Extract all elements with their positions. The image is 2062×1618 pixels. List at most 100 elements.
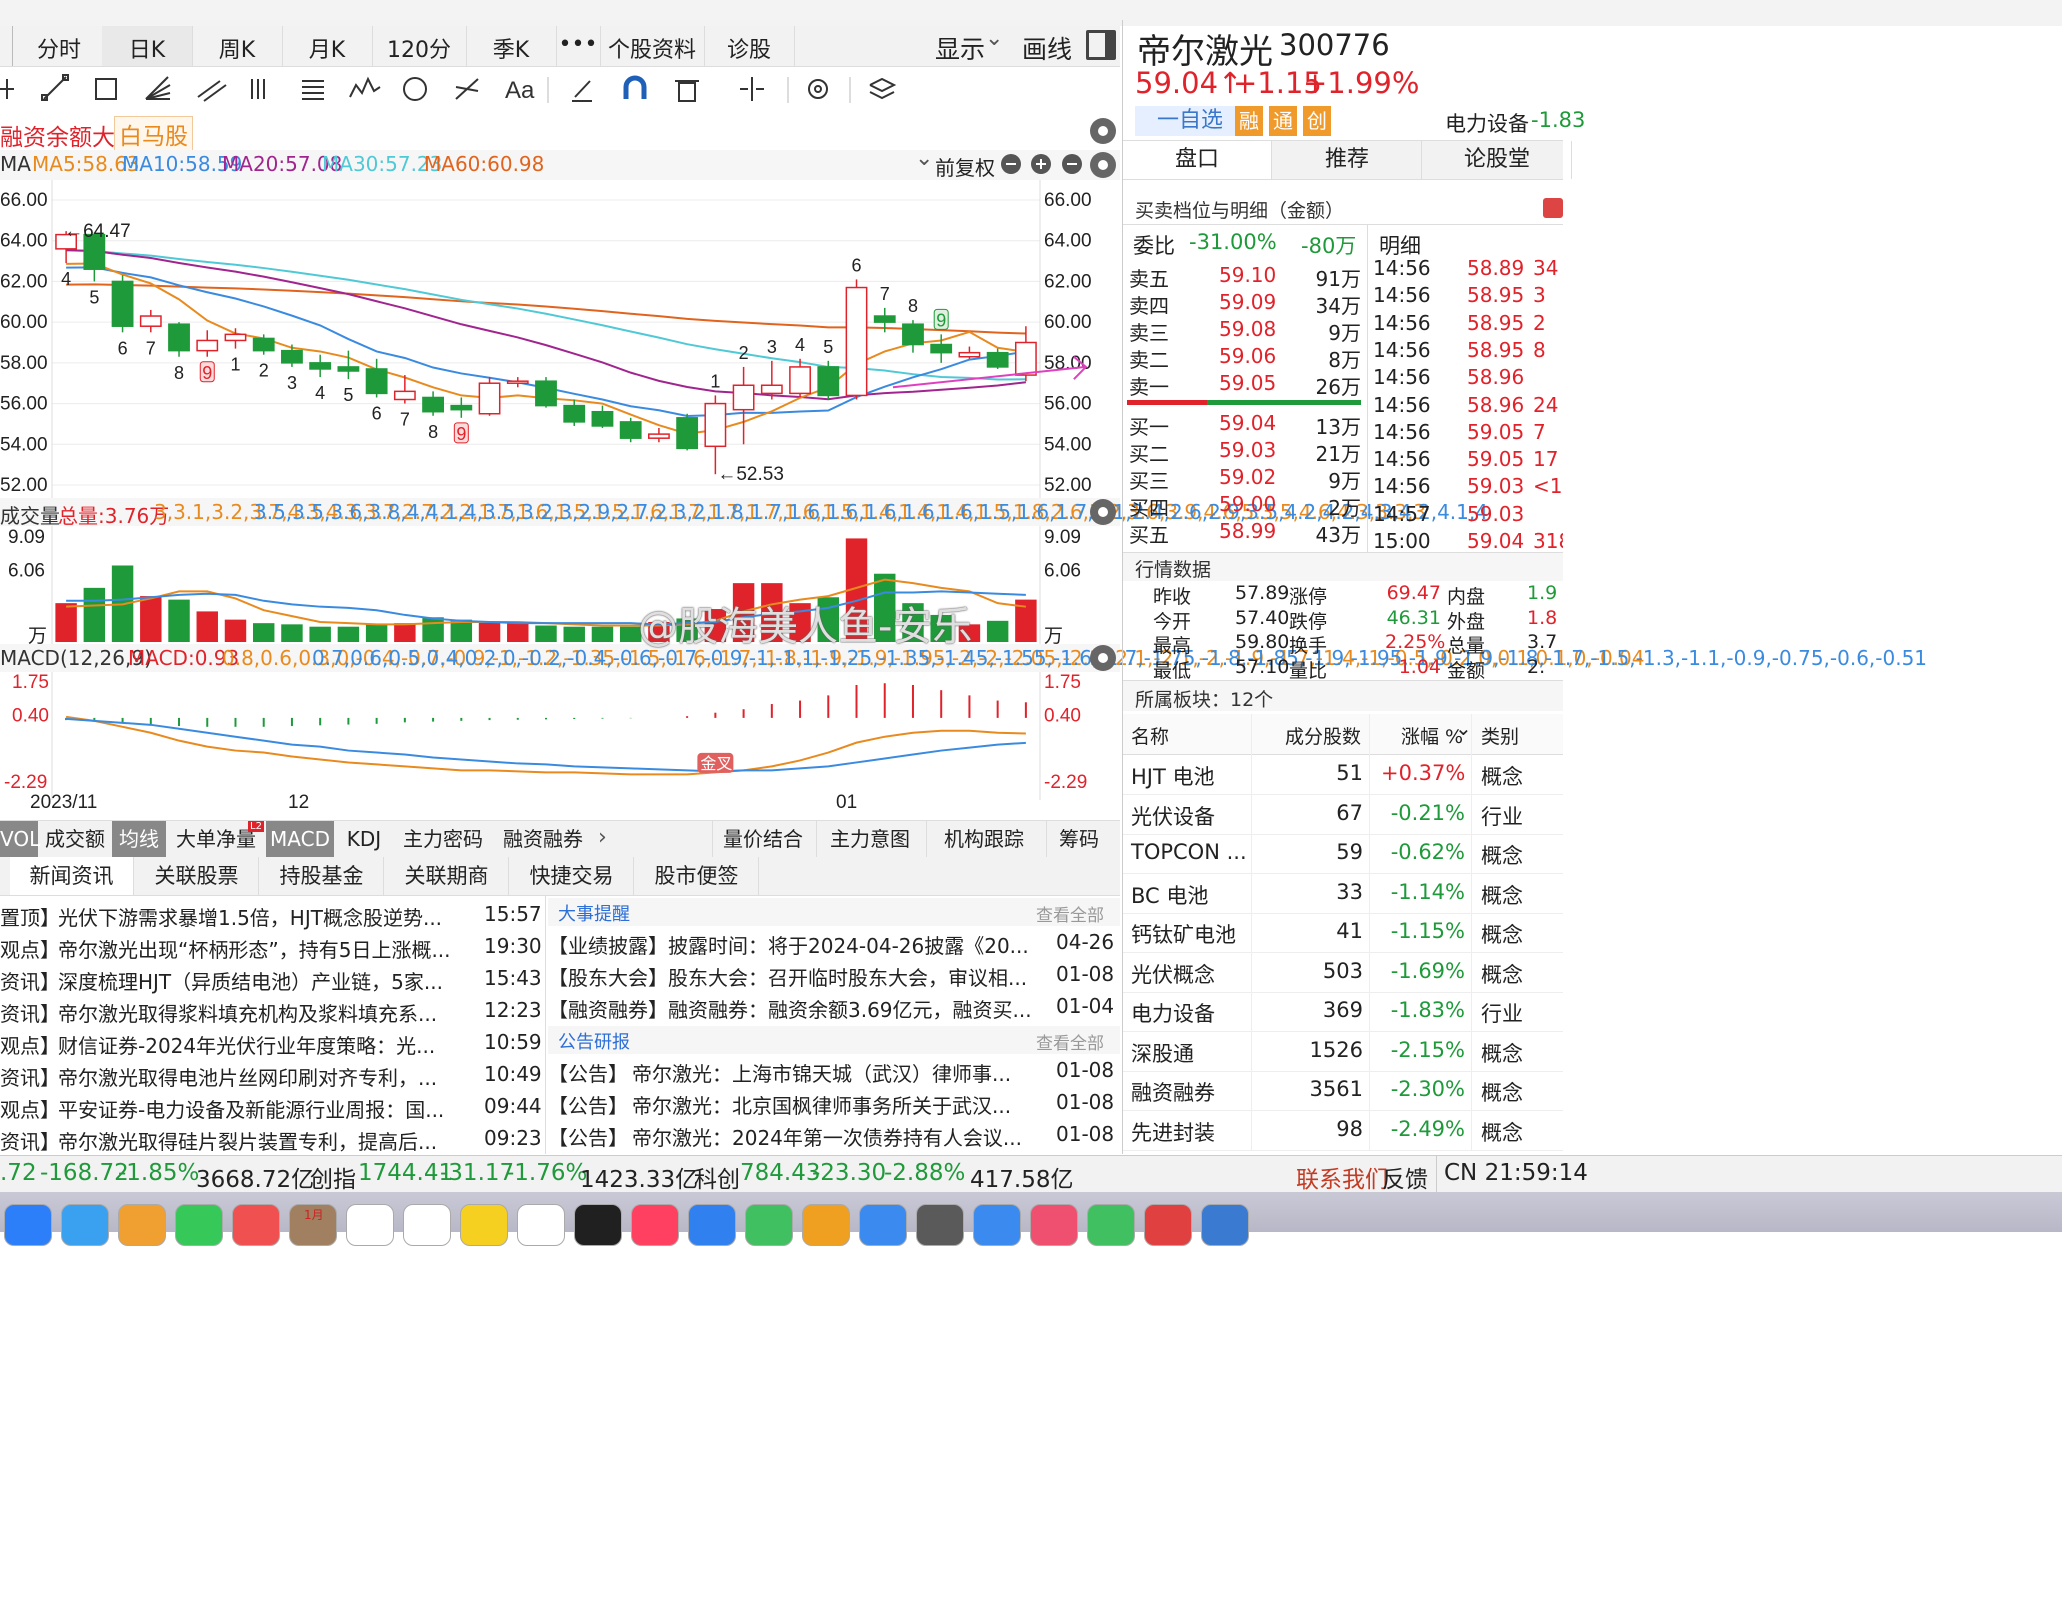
sector-row[interactable]: TOPCON ... 59 -0.62% 概念 bbox=[1123, 834, 1563, 874]
minus2-icon[interactable] bbox=[1062, 154, 1082, 174]
dock-app-icon[interactable] bbox=[517, 1204, 565, 1246]
sector-row[interactable]: 电力设备 369 -1.83% 行业 bbox=[1123, 992, 1563, 1032]
minus-icon[interactable] bbox=[1001, 154, 1021, 174]
sell-level[interactable]: 卖二 59.06 8万 bbox=[1123, 343, 1367, 372]
sector-row[interactable]: 深股通 1526 -2.15% 概念 bbox=[1123, 1032, 1563, 1072]
indicator-right-tab-3[interactable]: 筹码 bbox=[1046, 821, 1111, 857]
reports-item[interactable]: 【公告】 帝尔激光：2024年第一次债券持有人会议... 01-08 bbox=[548, 1120, 1120, 1152]
tag-blue-chip[interactable]: 白马股 bbox=[114, 116, 193, 152]
line-tool-icon[interactable] bbox=[41, 74, 69, 101]
tag-settings-gear-icon[interactable] bbox=[1090, 118, 1116, 144]
badge-gem[interactable]: 创 bbox=[1303, 106, 1331, 136]
events-more-link[interactable]: 查看全部 bbox=[1036, 901, 1104, 926]
sector-row[interactable]: 融资融券 3561 -2.30% 概念 bbox=[1123, 1071, 1563, 1111]
feedback-link[interactable]: 反馈 bbox=[1382, 1160, 1428, 1194]
split-icon[interactable] bbox=[740, 77, 764, 101]
buy-level[interactable]: 买四 59.00 2万 bbox=[1123, 491, 1367, 520]
col-count[interactable]: 成分股数 bbox=[1285, 722, 1361, 749]
news-item[interactable]: 资讯】 深度梳理HJT（异质结电池）产业链，5家... 15:43 bbox=[0, 964, 545, 996]
index-cy-label[interactable]: 创指 bbox=[310, 1160, 356, 1194]
dock-app-icon[interactable] bbox=[1201, 1204, 1249, 1246]
fib-tool-icon[interactable] bbox=[455, 78, 479, 100]
dock-app-icon[interactable] bbox=[1087, 1204, 1135, 1246]
display-chevron-down-icon[interactable]: ⌄ bbox=[985, 26, 1003, 51]
period-tab-8[interactable]: 诊股 bbox=[704, 26, 795, 66]
sell-level[interactable]: 卖五 59.10 91万 bbox=[1123, 262, 1367, 291]
indicator-tab-4[interactable]: MACD bbox=[266, 821, 334, 857]
buy-level[interactable]: 买五 58.99 43万 bbox=[1123, 518, 1367, 547]
industry-label[interactable]: 电力设备 bbox=[1445, 108, 1529, 138]
sector-row[interactable]: HJT 电池 51 +0.37% 概念 bbox=[1123, 755, 1563, 795]
dock-app-icon[interactable] bbox=[1030, 1204, 1078, 1246]
dock-app-icon[interactable] bbox=[631, 1204, 679, 1246]
channel-tool-icon[interactable] bbox=[197, 80, 227, 102]
news-tab-4[interactable]: 快捷交易 bbox=[510, 857, 634, 895]
reports-item[interactable]: 【公告】 帝尔激光：北京国枫律师事务所关于武汉... 01-08 bbox=[548, 1088, 1120, 1120]
events-item[interactable]: 【融资融券】 融资融券：融资余额3.69亿元，融资买... 01-04 bbox=[548, 992, 1120, 1024]
dock-app-icon[interactable] bbox=[61, 1204, 109, 1246]
period-tab-2[interactable]: 周K bbox=[192, 26, 283, 66]
indicator-tab-5[interactable]: KDJ bbox=[336, 821, 392, 857]
news-item[interactable]: 资讯】 帝尔激光取得电池片丝网印刷对齐专利，... 10:49 bbox=[0, 1060, 545, 1092]
indicator-tab-7[interactable]: 融资融券 bbox=[494, 821, 592, 857]
panel-toggle-icon[interactable] bbox=[1086, 30, 1116, 60]
dock-app-icon[interactable] bbox=[688, 1204, 736, 1246]
buy-level[interactable]: 买三 59.02 9万 bbox=[1123, 464, 1367, 493]
period-tab-6[interactable]: ••• bbox=[556, 26, 601, 66]
settings-gear-icon[interactable] bbox=[808, 79, 828, 99]
sell-level[interactable]: 卖三 59.08 9万 bbox=[1123, 316, 1367, 345]
hand-icon[interactable] bbox=[1543, 198, 1563, 218]
events-item[interactable]: 【股东大会】 股东大会：召开临时股东大会，审议相... 01-08 bbox=[548, 960, 1120, 992]
buy-level[interactable]: 买一 59.04 13万 bbox=[1123, 410, 1367, 439]
dock-app-icon[interactable] bbox=[4, 1204, 52, 1246]
vertical-lines-icon[interactable] bbox=[251, 79, 265, 99]
dock-app-icon[interactable] bbox=[232, 1204, 280, 1246]
period-tab-3[interactable]: 月K bbox=[282, 26, 373, 66]
fan-tool-icon[interactable] bbox=[145, 76, 171, 100]
news-tab-0[interactable]: 新闻资讯 bbox=[10, 857, 134, 895]
more-tabs-chevron-icon[interactable]: › bbox=[598, 825, 607, 850]
news-item[interactable]: 观点】 帝尔激光出现“杯柄形态”，持有5日上涨概... 19:30 bbox=[0, 932, 545, 964]
badge-connect[interactable]: 通 bbox=[1269, 106, 1297, 136]
indicator-tab-0[interactable]: VOL bbox=[0, 821, 40, 857]
news-tab-1[interactable]: 关联股票 bbox=[135, 857, 259, 895]
sort-chevron-icon[interactable]: ⌄ bbox=[1455, 716, 1472, 740]
news-item[interactable]: 观点】 平安证券-电力设备及新能源行业周报：国... 09:44 bbox=[0, 1092, 545, 1124]
dock-app-icon[interactable] bbox=[346, 1204, 394, 1246]
period-tab-1[interactable]: 日K bbox=[102, 26, 193, 66]
draw-button[interactable]: 画线 bbox=[1022, 30, 1072, 66]
right-tab-1[interactable]: 推荐 bbox=[1273, 141, 1422, 179]
news-item[interactable]: 资讯】 帝尔激光取得浆料填充机构及浆料填充系... 12:23 bbox=[0, 996, 545, 1028]
trash-icon[interactable] bbox=[675, 80, 699, 102]
dock-app-icon[interactable] bbox=[973, 1204, 1021, 1246]
news-tab-5[interactable]: 股市便签 bbox=[635, 857, 759, 895]
cycle-tool-icon[interactable] bbox=[403, 77, 427, 101]
period-tab-5[interactable]: 季K bbox=[466, 26, 557, 66]
sector-row[interactable]: BC 电池 33 -1.14% 概念 bbox=[1123, 874, 1563, 914]
eraser-icon[interactable] bbox=[572, 80, 592, 102]
indicator-right-tab-2[interactable]: 机构跟踪 bbox=[926, 821, 1041, 857]
adjust-mode-select[interactable]: 前复权 bbox=[935, 152, 995, 181]
rect-tool-icon[interactable] bbox=[95, 78, 117, 100]
add-watchlist-button[interactable]: 一自选 bbox=[1135, 106, 1245, 136]
indicator-tab-2[interactable]: 均线 bbox=[112, 821, 166, 857]
indicator-tab-6[interactable]: 主力密码 bbox=[394, 821, 492, 857]
period-tab-4[interactable]: 120分 bbox=[372, 26, 467, 66]
dock-app-icon[interactable] bbox=[859, 1204, 907, 1246]
buy-level[interactable]: 买二 59.03 21万 bbox=[1123, 437, 1367, 466]
dock-app-icon[interactable] bbox=[1144, 1204, 1192, 1246]
dock-app-icon[interactable] bbox=[916, 1204, 964, 1246]
reports-item[interactable]: 【公告】 帝尔激光：上海市锦天城（武汉）律师事... 01-08 bbox=[548, 1056, 1120, 1088]
volume-settings-gear-icon[interactable] bbox=[1090, 499, 1116, 525]
contact-link[interactable]: 联系我们 bbox=[1296, 1160, 1388, 1194]
dock-app-icon[interactable] bbox=[802, 1204, 850, 1246]
sector-row[interactable]: 光伏概念 503 -1.69% 概念 bbox=[1123, 953, 1563, 993]
dock-app-icon[interactable] bbox=[403, 1204, 451, 1246]
indicator-right-tab-1[interactable]: 主力意图 bbox=[816, 821, 923, 857]
dock-app-icon[interactable] bbox=[745, 1204, 793, 1246]
dock-app-icon[interactable] bbox=[460, 1204, 508, 1246]
magnet-icon[interactable] bbox=[623, 75, 647, 99]
period-tab-7[interactable]: 个股资料 bbox=[600, 26, 705, 66]
layers-icon[interactable] bbox=[869, 77, 897, 100]
indicator-tab-1[interactable]: 成交额 bbox=[40, 821, 110, 857]
